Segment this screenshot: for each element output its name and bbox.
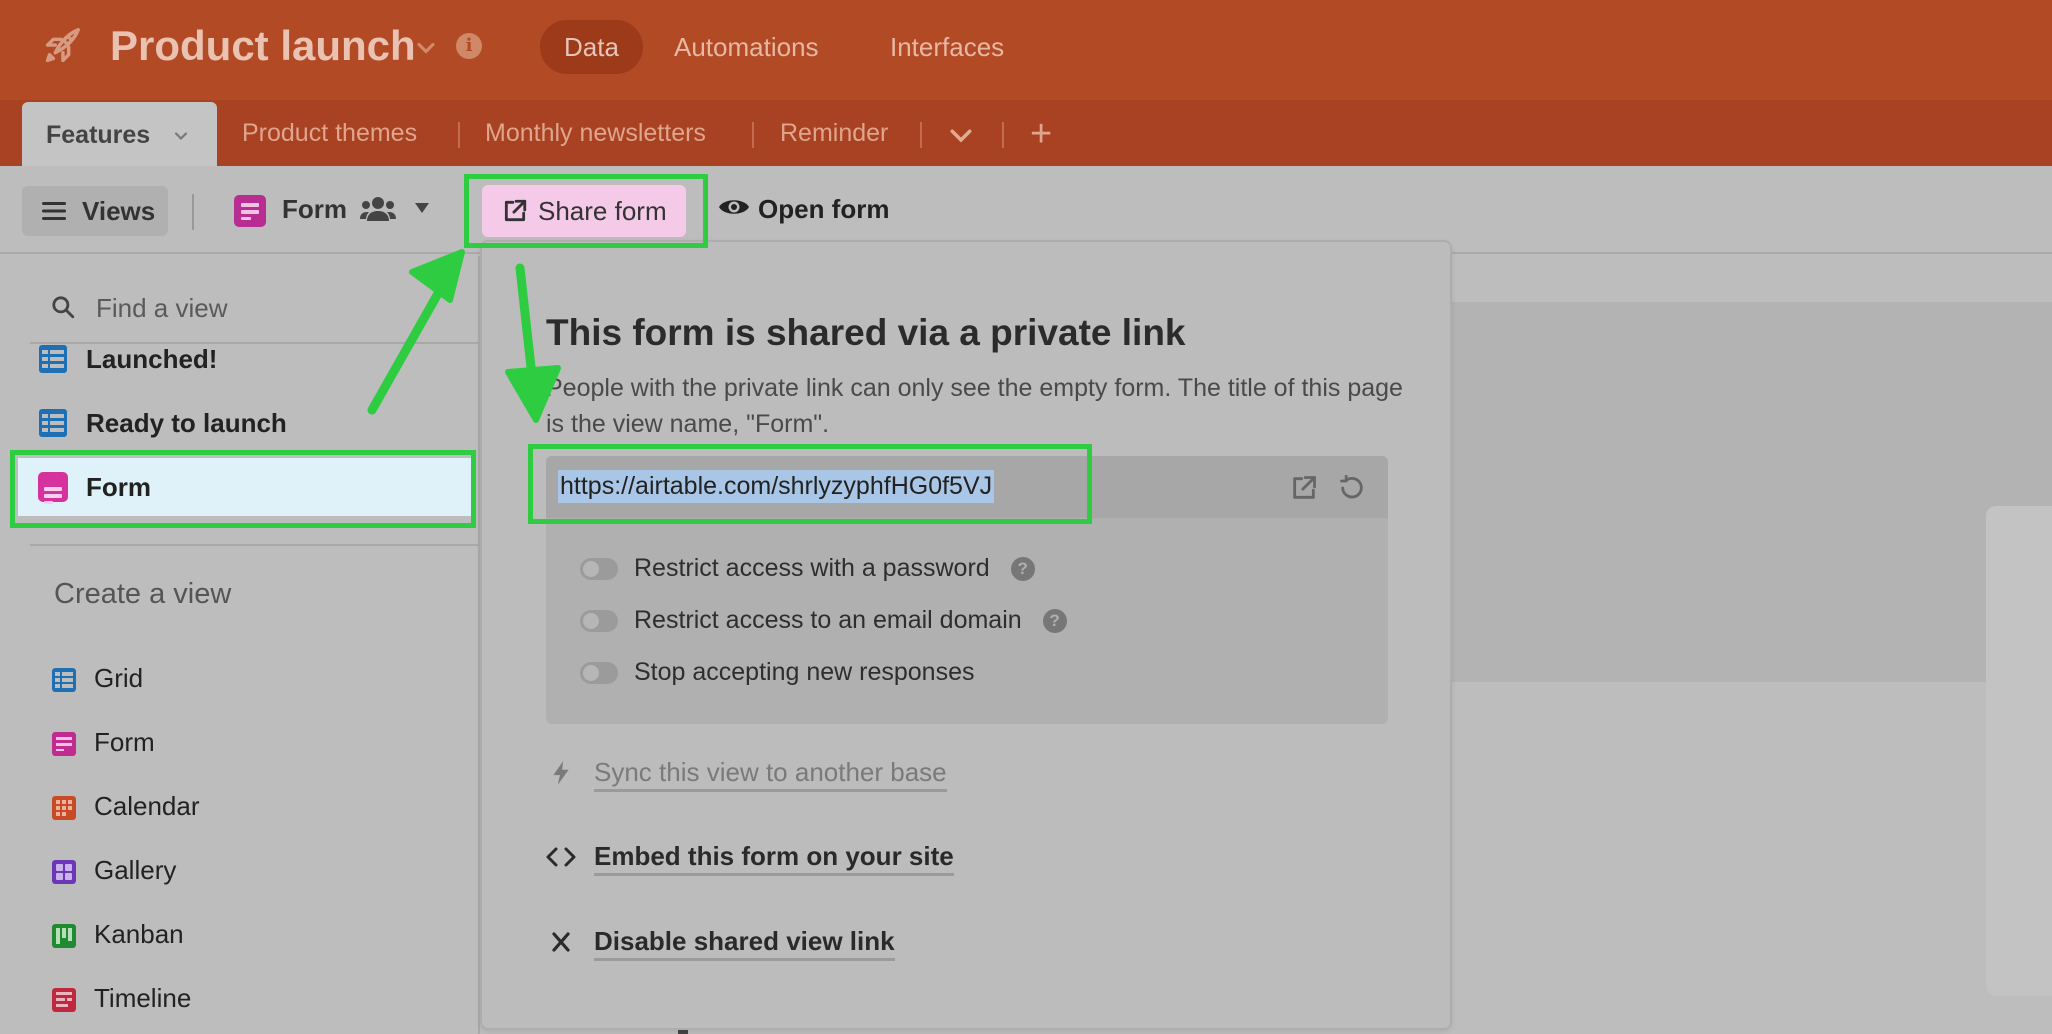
create-calendar-view[interactable]: Calendar <box>52 786 200 826</box>
table-tab-features[interactable]: Features <box>22 102 218 168</box>
create-view-label: Kanban <box>94 919 184 949</box>
grid-view-icon <box>39 345 67 373</box>
tab-divider <box>752 122 754 148</box>
view-item-form[interactable]: Form <box>18 458 474 516</box>
open-link-icon[interactable] <box>1290 474 1318 502</box>
toggle-label: Stop accepting new responses <box>634 658 975 686</box>
calendar-view-icon <box>52 796 76 820</box>
create-form-view[interactable]: Form <box>52 722 155 762</box>
views-label: Views <box>82 196 156 226</box>
table-tab-product-themes[interactable]: Product themes <box>242 100 417 166</box>
eye-icon <box>719 200 749 214</box>
disable-link-label: Disable shared view link <box>594 926 895 961</box>
lightning-icon <box>553 761 569 785</box>
create-view-label: Form <box>94 727 155 757</box>
disable-link-action[interactable]: Disable shared view link <box>546 919 895 963</box>
chevron-down-icon[interactable] <box>171 126 191 146</box>
view-item-label: Form <box>86 472 151 502</box>
help-icon[interactable]: ? <box>1042 609 1067 634</box>
form-view-icon <box>38 472 68 504</box>
email-domain-toggle[interactable] <box>580 610 618 632</box>
sync-view-label: Sync this view to another base <box>594 757 947 792</box>
email-domain-restriction-row[interactable]: Restrict access to an email domain ? <box>580 600 1067 640</box>
share-form-label: Share form <box>538 196 667 226</box>
create-view-heading: Create a view <box>54 578 232 610</box>
share-link-url[interactable]: https://airtable.com/shrlyzyphfHG0f5VJ <box>558 470 995 503</box>
table-tab-label: Features <box>46 121 151 149</box>
open-form-label: Open form <box>758 194 890 224</box>
top-tab-interfaces[interactable]: Interfaces <box>866 20 1028 74</box>
close-icon <box>552 932 570 952</box>
base-title[interactable]: Product launch <box>110 22 416 70</box>
create-view-label: Gallery <box>94 855 177 885</box>
create-kanban-view[interactable]: Kanban <box>52 914 184 954</box>
app-header: Product launch i Data Automations Interf… <box>0 0 2052 100</box>
create-grid-view[interactable]: Grid <box>52 658 143 698</box>
open-form-button[interactable]: Open form <box>718 194 889 225</box>
toggle-label: Restrict access with a password <box>634 554 990 582</box>
share-link-row: https://airtable.com/shrlyzyphfHG0f5VJ <box>546 456 1388 518</box>
tab-divider <box>920 122 922 148</box>
info-icon[interactable]: i <box>456 33 482 59</box>
table-tab-bar: Features Product themes Monthly newslett… <box>0 100 2052 168</box>
share-link-panel: https://airtable.com/shrlyzyphfHG0f5VJ R… <box>546 456 1388 724</box>
menu-icon <box>42 202 66 220</box>
create-view-label: Timeline <box>94 983 192 1013</box>
form-view-icon <box>52 732 76 756</box>
grid-view-icon <box>52 668 76 692</box>
find-view-input[interactable] <box>94 290 454 326</box>
caret-down-icon[interactable] <box>414 202 430 214</box>
search-icon <box>52 296 75 319</box>
views-sidebar: Launched! Ready to launch Form Create a … <box>0 256 480 1034</box>
sync-view-action[interactable]: Sync this view to another base <box>546 750 947 794</box>
toolbar-divider <box>192 194 194 230</box>
add-table-button[interactable]: + <box>1030 114 1052 154</box>
stop-responses-toggle[interactable] <box>580 662 618 684</box>
create-divider <box>30 544 480 546</box>
top-tab-data[interactable]: Data <box>540 20 643 74</box>
view-item-label: Launched! <box>86 344 218 374</box>
embed-form-action[interactable]: Embed this form on your site <box>546 834 954 878</box>
code-icon <box>546 847 576 867</box>
table-tab-reminder[interactable]: Reminder <box>780 100 888 166</box>
rocket-icon[interactable] <box>38 24 84 70</box>
view-item-ready-to-launch[interactable]: Ready to launch <box>18 394 474 452</box>
table-tab-monthly-newsletters[interactable]: Monthly newsletters <box>485 100 706 166</box>
create-view-label: Calendar <box>94 791 200 821</box>
tab-divider <box>1002 122 1004 148</box>
create-timeline-view[interactable]: Timeline <box>52 978 191 1018</box>
views-button[interactable]: Views <box>22 186 168 236</box>
grid-view-icon <box>39 409 67 437</box>
create-gallery-view[interactable]: Gallery <box>52 850 176 890</box>
help-icon[interactable]: ? <box>1010 557 1035 582</box>
form-view-icon <box>234 195 266 227</box>
chevron-down-icon[interactable] <box>946 120 976 150</box>
chevron-down-icon[interactable] <box>412 34 440 62</box>
tab-divider <box>458 122 460 148</box>
toggle-label: Restrict access to an email domain <box>634 606 1022 634</box>
collaborative-view-icon <box>360 197 396 221</box>
background-content-panel <box>1452 302 2052 682</box>
timeline-view-icon <box>52 988 76 1012</box>
regenerate-link-icon[interactable] <box>1338 474 1366 502</box>
share-icon <box>504 199 527 222</box>
share-form-popover: This form is shared via a private link P… <box>480 240 1452 1030</box>
popover-description: People with the private link can only se… <box>546 374 1403 438</box>
embed-form-label: Embed this form on your site <box>594 841 954 876</box>
background-form-card <box>1986 506 2052 996</box>
password-toggle[interactable] <box>580 558 618 580</box>
popover-title: This form is shared via a private link <box>546 312 1186 353</box>
stop-responses-row[interactable]: Stop accepting new responses <box>580 652 975 692</box>
kanban-view-icon <box>52 924 76 948</box>
password-restriction-row[interactable]: Restrict access with a password ? <box>580 548 1035 588</box>
create-view-label: Grid <box>94 663 144 693</box>
share-form-button[interactable]: Share form <box>482 185 686 237</box>
view-item-launched[interactable]: Launched! <box>18 330 474 388</box>
top-tab-automations[interactable]: Automations <box>650 20 843 74</box>
view-item-label: Ready to launch <box>86 408 287 438</box>
current-view-name[interactable]: Form <box>282 194 347 225</box>
gallery-view-icon <box>52 860 76 884</box>
